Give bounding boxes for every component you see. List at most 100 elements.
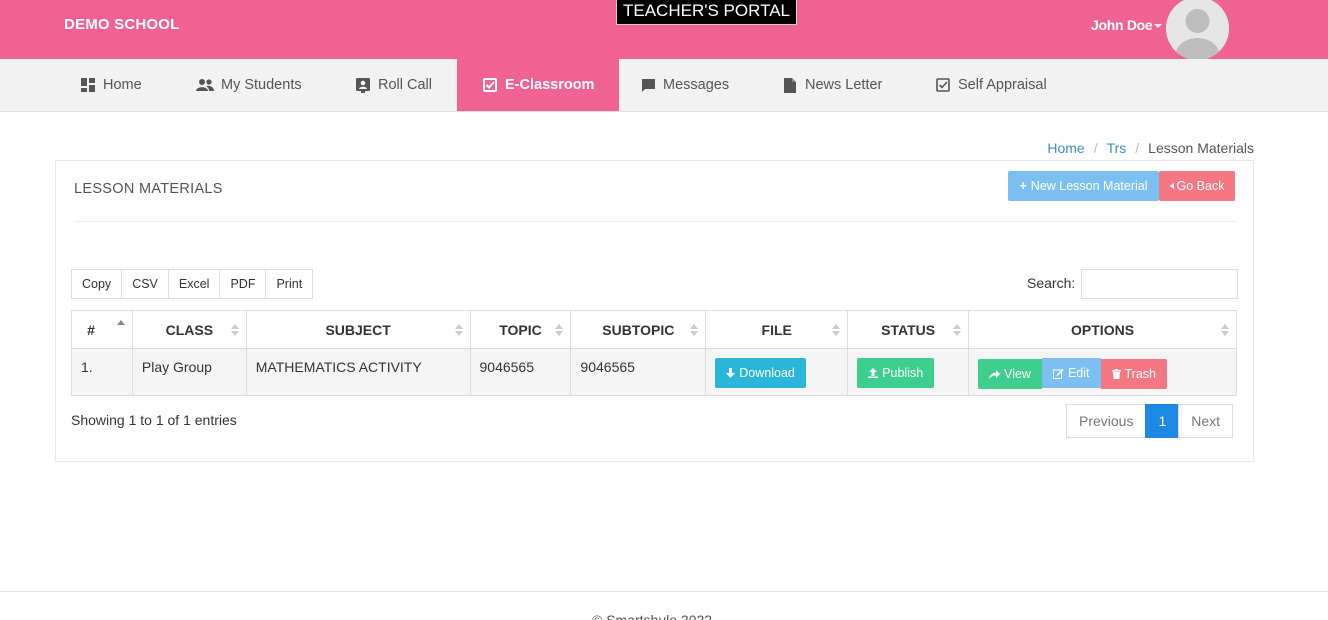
csv-button[interactable]: CSV (121, 269, 169, 299)
edit-icon (1052, 368, 1064, 379)
column-header-file[interactable]: FILE (705, 310, 849, 349)
document-icon (782, 77, 798, 93)
dashboard-icon (80, 77, 96, 93)
nav-label: Self Appraisal (958, 77, 1047, 93)
excel-button[interactable]: Excel (167, 269, 221, 299)
button-label: New Lesson Material (1030, 179, 1148, 193)
checkbox-icon (482, 77, 498, 93)
table-row: 1. Play Group MATHEMATICS ACTIVITY 90465… (71, 348, 1237, 396)
sort-asc-icon (116, 320, 125, 332)
pdf-button[interactable]: PDF (219, 269, 267, 299)
lesson-materials-panel: LESSON MATERIALS + New Lesson Material Go… (55, 160, 1254, 462)
column-header-subtopic[interactable]: SUBTOPIC (570, 310, 707, 349)
footer-copyright: © Smartshule 2022 (592, 612, 713, 620)
breadcrumb: Home / Trs / Lesson Materials (1047, 140, 1254, 156)
nav-item-my-students[interactable]: My Students (196, 59, 302, 111)
people-icon (196, 77, 214, 93)
publish-button[interactable]: Publish (857, 358, 935, 388)
page-button[interactable]: 1 (1145, 404, 1180, 438)
nav-item-news-letter[interactable]: News Letter (782, 59, 882, 111)
sort-icon (555, 324, 564, 336)
plus-icon: + (1019, 179, 1027, 193)
caret-down-icon (1154, 24, 1163, 29)
footer-divider (0, 591, 1328, 592)
column-header-subject[interactable]: SUBJECT (245, 310, 471, 349)
breadcrumb-separator: / (1093, 140, 1098, 156)
new-lesson-material-button[interactable]: + New Lesson Material (1008, 171, 1159, 201)
cell-class: Play Group (131, 348, 247, 396)
sort-icon (690, 324, 699, 336)
column-header-status[interactable]: STATUS (847, 310, 970, 349)
column-header-class[interactable]: CLASS (131, 310, 247, 349)
previous-page-button[interactable]: Previous (1066, 404, 1147, 438)
column-label: # (87, 321, 95, 338)
cell-number: 1. (71, 348, 133, 396)
button-label: Publish (882, 366, 924, 380)
sort-icon (953, 324, 962, 336)
nav-label: News Letter (805, 77, 883, 93)
column-label: SUBJECT (325, 321, 391, 338)
page-title: LESSON MATERIALS (74, 181, 223, 197)
button-label: Go Back (1176, 179, 1225, 193)
main-nav: Home My Students Roll Call E-Classroom M… (0, 59, 1328, 112)
column-label: TOPIC (499, 321, 542, 338)
nav-item-self-appraisal[interactable]: Self Appraisal (935, 59, 1047, 111)
column-label: OPTIONS (1071, 321, 1135, 338)
caret-left-icon (1169, 183, 1174, 189)
nav-label: Roll Call (378, 77, 432, 93)
edit-button[interactable]: Edit (1041, 358, 1101, 388)
search-label: Search: (1027, 275, 1076, 291)
go-back-button[interactable]: Go Back (1159, 171, 1235, 201)
portal-title: TEACHER'S PORTAL (616, 0, 797, 25)
button-label: View (1004, 367, 1031, 381)
export-buttons: Copy CSV Excel PDF Print (71, 269, 314, 299)
nav-item-messages[interactable]: Messages (640, 59, 729, 111)
nav-label: My Students (221, 77, 302, 93)
nav-item-home[interactable]: Home (80, 59, 142, 111)
button-label: Download (739, 366, 795, 380)
column-label: CLASS (165, 321, 214, 338)
breadcrumb-trs[interactable]: Trs (1107, 140, 1127, 156)
checkbox-outline-icon (935, 77, 951, 93)
lesson-materials-table: # CLASS SUBJECT TOPIC SUBTOPIC FILE STAT… (71, 310, 1237, 396)
cell-file: Download (705, 348, 849, 396)
school-brand[interactable]: DEMO SCHOOL (64, 16, 180, 33)
chat-icon (640, 77, 656, 93)
nav-item-e-classroom[interactable]: E-Classroom (457, 59, 620, 111)
sort-icon (230, 324, 239, 336)
copy-button[interactable]: Copy (71, 269, 123, 299)
cell-status: Publish (847, 348, 970, 396)
download-button[interactable]: Download (715, 358, 806, 388)
column-label: STATUS (881, 321, 936, 338)
print-button[interactable]: Print (265, 269, 314, 299)
contact-badge-icon (355, 77, 371, 93)
next-page-button[interactable]: Next (1178, 404, 1234, 438)
button-label: Edit (1067, 366, 1090, 380)
column-header-options[interactable]: OPTIONS (968, 310, 1237, 349)
search-input[interactable] (1081, 269, 1238, 299)
column-label: SUBTOPIC (602, 321, 675, 338)
upload-icon (868, 368, 879, 378)
cell-subtopic: 9046565 (570, 348, 707, 396)
trash-button[interactable]: Trash (1100, 358, 1168, 389)
column-header-topic[interactable]: TOPIC (469, 310, 572, 349)
trash-icon (1111, 368, 1121, 379)
breadcrumb-home[interactable]: Home (1047, 140, 1084, 156)
nav-label: Home (103, 77, 142, 93)
user-name: John Doe (1091, 17, 1153, 33)
sort-icon (1221, 324, 1229, 336)
user-menu[interactable]: John Doe (1091, 17, 1163, 33)
divider (74, 221, 1237, 222)
button-label: Trash (1124, 366, 1157, 381)
column-label: FILE (761, 321, 792, 338)
sort-icon (454, 324, 463, 336)
nav-item-roll-call[interactable]: Roll Call (355, 59, 432, 111)
nav-label: E-Classroom (505, 77, 595, 93)
avatar[interactable] (1166, 0, 1229, 60)
share-arrow-icon (989, 369, 1001, 379)
column-header-number[interactable]: # (71, 310, 133, 349)
view-button[interactable]: View (978, 359, 1042, 389)
top-header: DEMO SCHOOL TEACHER'S PORTAL John Doe (0, 0, 1328, 60)
pagination: Previous 1 Next (1066, 404, 1234, 438)
cell-topic: 9046565 (469, 348, 572, 396)
